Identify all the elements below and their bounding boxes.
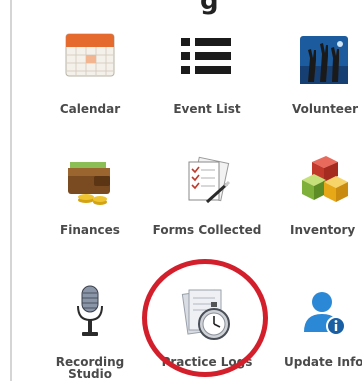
- tile-label: Inventory: [290, 223, 356, 237]
- tile-label: Practice Logs: [161, 355, 253, 369]
- left-border: [10, 0, 12, 381]
- tile-label-line2: Studio: [68, 367, 112, 381]
- volunteer-hands-icon: [300, 36, 348, 88]
- tile-label: Update Info: [284, 355, 362, 369]
- tile-update-info[interactable]: Update Info: [262, 280, 362, 380]
- list-icon: [181, 38, 233, 82]
- tile-label: Forms Collected: [152, 223, 262, 237]
- wallet-coins-icon: [64, 156, 116, 212]
- tile-volunteer[interactable]: Volunteer: [262, 30, 362, 120]
- stopwatch-document-icon: [177, 284, 237, 348]
- tile-event-list[interactable]: Event List: [147, 30, 267, 120]
- user-info-icon: [300, 288, 348, 344]
- tile-label: Volunteer: [292, 102, 359, 116]
- microphone-icon: [75, 284, 105, 344]
- tile-label: Event List: [173, 102, 241, 116]
- tile-recording-studio[interactable]: Recording Studio: [30, 280, 150, 380]
- page-title-fragment: g: [200, 0, 219, 16]
- tile-inventory[interactable]: Inventory: [262, 150, 362, 240]
- tile-calendar[interactable]: Calendar: [30, 30, 150, 120]
- tile-forms-collected[interactable]: Forms Collected: [147, 150, 267, 240]
- tile-practice-logs[interactable]: Practice Logs: [147, 280, 267, 380]
- tile-label: Finances: [60, 223, 120, 237]
- calendar-icon: [64, 32, 116, 82]
- tile-finances[interactable]: Finances: [30, 150, 150, 240]
- tile-label: Calendar: [59, 102, 121, 116]
- forms-pen-icon: [181, 156, 233, 212]
- cubes-icon: [298, 154, 350, 210]
